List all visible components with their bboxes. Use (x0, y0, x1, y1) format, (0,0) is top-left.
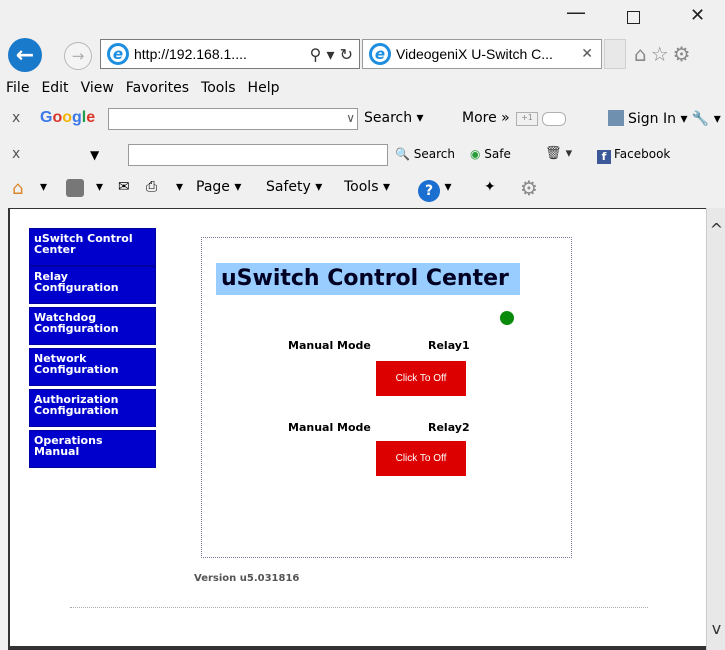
menu-view[interactable]: View (81, 80, 114, 96)
avatar-icon (608, 110, 624, 126)
sign-in-label: Sign In ▾ 🔧 ▾ (628, 111, 721, 127)
title-bar: — ✕ (0, 0, 725, 30)
home-dropdown-icon[interactable]: ▾ (40, 179, 47, 195)
tab-close-icon[interactable]: ✕ (581, 46, 593, 62)
forward-button[interactable]: → (64, 42, 92, 70)
arrow-left-icon: ← (15, 42, 35, 68)
ie-logo-icon: e (107, 43, 129, 65)
toolbar-search-input[interactable] (128, 144, 388, 166)
chevron-down-icon[interactable]: v (707, 619, 725, 638)
control-panel: uSwitch Control Center Manual Mode Relay… (201, 237, 572, 558)
url-text[interactable]: http://192.168.1.... (134, 46, 310, 62)
page-viewport: uSwitch Control Center Relay Configurati… (8, 208, 706, 650)
ie-logo-icon: e (369, 43, 391, 65)
close-button[interactable]: ✕ (690, 5, 705, 26)
toolbar-close-icon[interactable]: x (12, 110, 20, 126)
menu-edit[interactable]: Edit (41, 80, 68, 96)
trash-icon[interactable]: 🗑 ▾ (545, 146, 572, 161)
tools-menu[interactable]: Tools ▾ (344, 179, 390, 195)
print-dropdown-icon[interactable]: ▾ (176, 179, 183, 195)
browser-tab[interactable]: e VideogeniX U-Switch C... ✕ (362, 39, 602, 69)
menu-file[interactable]: File (6, 80, 29, 96)
menu-tools[interactable]: Tools (201, 80, 236, 96)
menu-favorites[interactable]: Favorites (126, 80, 189, 96)
page-title: uSwitch Control Center (216, 263, 520, 295)
toolbar-search-button[interactable]: 🔍 Search (395, 147, 455, 161)
more-button[interactable]: More » (462, 110, 510, 126)
toggle-switch[interactable] (542, 112, 566, 126)
chevron-up-icon[interactable]: ^ (707, 220, 725, 239)
back-button[interactable]: ← (8, 38, 42, 72)
help-icon: ? (418, 180, 440, 202)
relay2-toggle-button[interactable]: Click To Off (376, 441, 466, 476)
safe-button[interactable]: ◉ Safe (470, 147, 511, 161)
facebook-icon: f (597, 150, 611, 164)
menu-help[interactable]: Help (248, 80, 280, 96)
google-search-button[interactable]: Search ▾ (364, 110, 424, 126)
chevron-down-icon[interactable]: ▼ (90, 148, 99, 162)
relay2-mode-label: Manual Mode (288, 421, 371, 434)
google-toolbar: x Google ∨ Search ▾ More » +1 Sign In ▾ … (0, 100, 725, 136)
print-icon[interactable]: ⎙ (146, 179, 157, 195)
vertical-scrollbar[interactable]: ^ v (706, 208, 725, 650)
nav-control-center[interactable]: uSwitch Control Center (29, 228, 156, 266)
nav-network-configuration[interactable]: Network Configuration (29, 348, 156, 386)
menu-bar: File Edit View Favorites Tools Help (0, 76, 725, 100)
facebook-label: Facebook (614, 147, 671, 161)
safe-label: Safe (484, 147, 511, 161)
rss-icon[interactable] (66, 179, 84, 198)
sign-in-button[interactable]: Sign In ▾ 🔧 ▾ (608, 110, 721, 127)
facebook-button[interactable]: f Facebook (597, 147, 670, 164)
new-tab-button[interactable] (604, 39, 626, 69)
tab-title: VideogeniX U-Switch C... (396, 46, 553, 62)
shield-icon: ◉ (470, 147, 485, 161)
home-icon[interactable]: ⌂ (12, 178, 23, 199)
chevron-down-icon[interactable]: ∨ (346, 111, 355, 125)
rss-dropdown-icon[interactable]: ▾ (96, 179, 103, 195)
nav-operations-manual[interactable]: Operations Manual (29, 430, 156, 468)
nav-authorization-configuration[interactable]: Authorization Configuration (29, 389, 156, 427)
page-menu[interactable]: Page ▾ (196, 179, 241, 195)
search-refresh-icons[interactable]: ⚲ ▾ ↻ (310, 45, 353, 64)
minimize-button[interactable]: — (566, 0, 586, 24)
relay1-name-label: Relay1 (428, 339, 470, 352)
browser-window: — ✕ ← → e http://192.168.1.... ⚲ ▾ ↻ e V… (0, 0, 725, 650)
research-icon[interactable]: ✦ (484, 179, 496, 195)
home-favorites-settings-icons[interactable]: ⌂☆⚙ (634, 42, 695, 66)
safety-menu[interactable]: Safety ▾ (266, 179, 322, 195)
toolbar-close-icon[interactable]: x (12, 146, 20, 162)
maximize-button[interactable] (627, 11, 640, 24)
search-toolbar: x ▼ 🔍 Search ◉ Safe 🗑 ▾ f Facebook (0, 136, 725, 172)
gear-icon[interactable]: ⚙ (520, 176, 538, 200)
relay2-name-label: Relay2 (428, 421, 470, 434)
plus-one-button[interactable]: +1 (516, 112, 538, 126)
command-bar: ⌂ ▾ ▾ ✉ ⎙ ▾ Page ▾ Safety ▾ Tools ▾ ? ▾ … (0, 172, 725, 206)
google-logo: Google (40, 109, 96, 126)
nav-relay-configuration[interactable]: Relay Configuration (29, 266, 156, 304)
status-indicator (500, 311, 514, 325)
google-search-input[interactable]: ∨ (108, 108, 358, 130)
address-bar[interactable]: e http://192.168.1.... ⚲ ▾ ↻ (100, 39, 360, 69)
window-bottom-border (8, 646, 706, 650)
relay1-mode-label: Manual Mode (288, 339, 371, 352)
footer-divider (70, 607, 648, 608)
nav-watchdog-configuration[interactable]: Watchdog Configuration (29, 307, 156, 345)
help-button[interactable]: ? ▾ (418, 179, 451, 202)
version-text: Version u5.031816 (194, 573, 300, 584)
arrow-right-icon: → (71, 47, 85, 65)
address-row: ← → e http://192.168.1.... ⚲ ▾ ↻ e Video… (0, 30, 725, 76)
mail-icon[interactable]: ✉ (118, 179, 130, 195)
relay1-toggle-button[interactable]: Click To Off (376, 361, 466, 396)
